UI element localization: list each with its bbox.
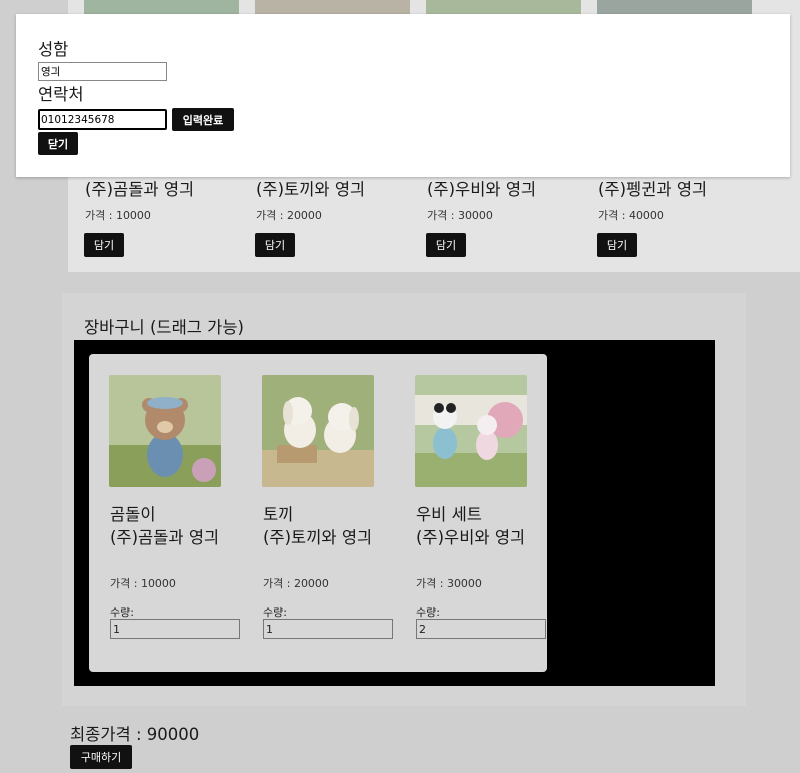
phone-input[interactable] bbox=[38, 109, 167, 130]
name-input[interactable] bbox=[38, 62, 167, 81]
order-info-modal: 성함 연락처 입력완료 닫기 bbox=[16, 14, 790, 177]
close-button[interactable]: 닫기 bbox=[38, 132, 78, 155]
submit-button[interactable]: 입력완료 bbox=[172, 108, 234, 131]
name-label: 성함 bbox=[38, 40, 69, 59]
phone-label: 연락처 bbox=[38, 85, 84, 104]
